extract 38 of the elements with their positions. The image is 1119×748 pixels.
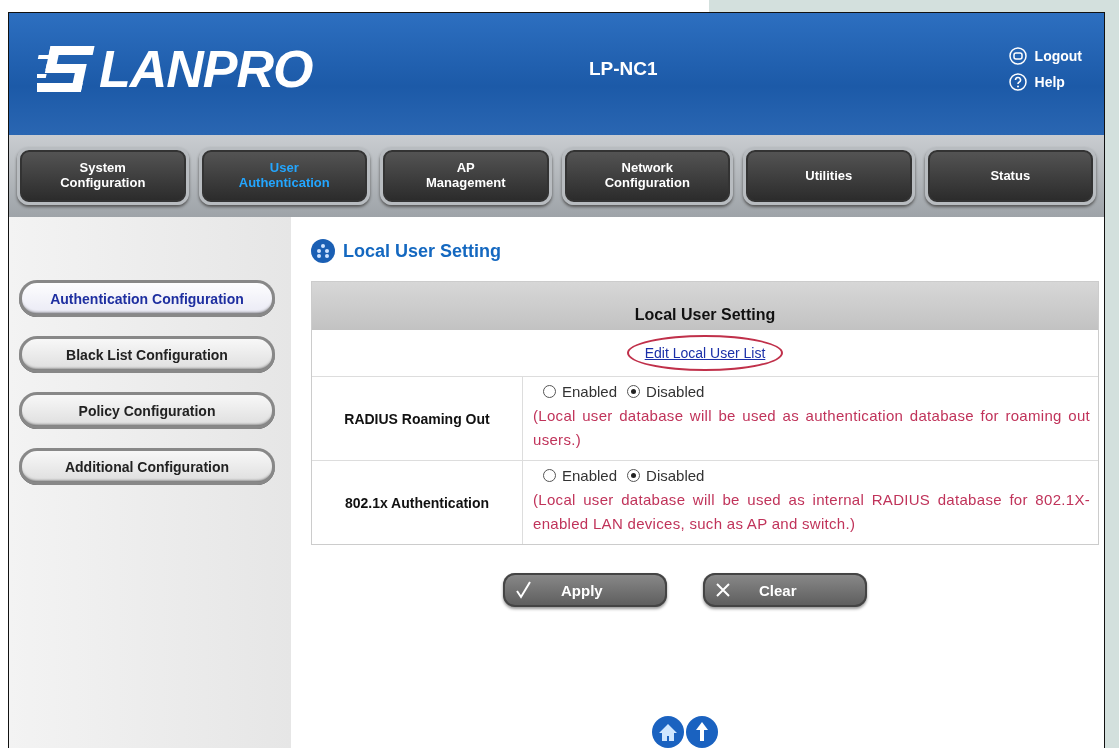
close-icon <box>715 582 731 598</box>
radio-label: Enabled <box>562 383 618 400</box>
sidebar-item[interactable]: Authentication Configuration <box>19 280 275 317</box>
sidebar-item[interactable]: Policy Configuration <box>19 392 275 429</box>
setting-label: 802.1x Authentication <box>312 461 523 544</box>
home-icon[interactable] <box>652 716 684 748</box>
device-model: LP-NC1 <box>588 58 659 80</box>
radio-label: Disabled <box>646 383 705 400</box>
clear-button[interactable]: Clear <box>703 573 867 607</box>
nav-tab[interactable]: Status <box>924 147 1096 205</box>
logout-icon <box>1008 47 1027 65</box>
setting-note: (Local user database will be used as internal RADIUS database for 802.1X-enabled LAN devices, such as AP and switch.) <box>533 490 1090 534</box>
logout-link[interactable]: Logout <box>1008 47 1082 65</box>
page-title: Local User Setting <box>343 240 502 262</box>
sidebar-item[interactable]: Black List Configuration <box>19 336 275 373</box>
help-link[interactable]: Help <box>1008 73 1082 91</box>
nav-tab[interactable]: System Configuration <box>17 147 189 205</box>
setting-label: RADIUS Roaming Out <box>312 377 523 460</box>
nav-tab[interactable]: Network Configuration <box>561 147 733 205</box>
nav-tab[interactable]: AP Management <box>380 147 552 205</box>
table-title: Local User Setting <box>312 282 1098 330</box>
radio-button[interactable] <box>543 469 556 482</box>
nav-tab[interactable]: User Authentication <box>198 147 370 205</box>
apply-button[interactable]: Apply <box>503 573 667 607</box>
edit-user-list-link[interactable]: Edit Local User List <box>626 335 784 371</box>
radio-label: Enabled <box>562 467 618 484</box>
check-icon <box>515 581 533 599</box>
nav-tab[interactable]: Utilities <box>743 147 915 205</box>
setting-note: (Local user database will be used as authentication database for roaming out users.) <box>533 406 1090 450</box>
radio-button[interactable] <box>627 469 641 482</box>
logo-mark-icon <box>37 44 95 94</box>
radio-label: Disabled <box>646 467 705 484</box>
brand-logo: LANPRO <box>99 39 313 99</box>
radio-button[interactable] <box>627 385 641 398</box>
radio-button[interactable] <box>543 385 556 398</box>
sidebar-item[interactable]: Additional Configuration <box>19 448 275 485</box>
help-icon <box>1008 73 1027 91</box>
users-icon <box>311 239 335 263</box>
